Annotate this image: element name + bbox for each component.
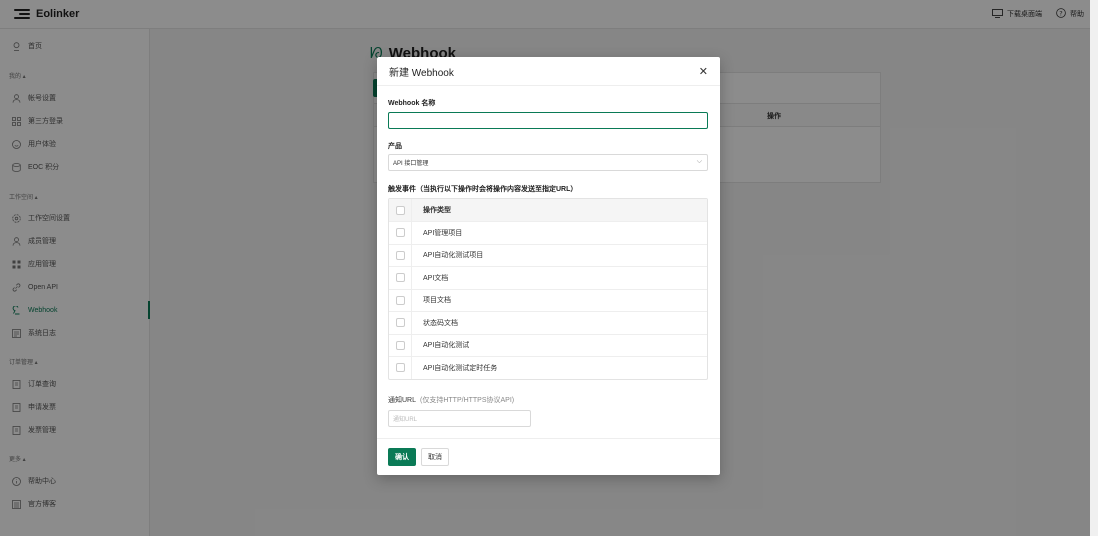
- event-checkbox[interactable]: [395, 295, 405, 305]
- product-label: 产品: [388, 143, 402, 150]
- confirm-button[interactable]: 确认: [388, 448, 416, 466]
- table-row[interactable]: 状态码文档: [389, 311, 707, 334]
- trigger-events-label: 触发事件（当执行以下操作时会将操作内容发送至指定URL）: [388, 186, 578, 193]
- close-icon[interactable]: ✕: [699, 65, 708, 78]
- event-checkbox[interactable]: [395, 363, 405, 373]
- dialog-body: Webhook 名称 产品 API 接口管理 ⌵ 触发事件（当执行以下操作时会将…: [377, 86, 720, 438]
- dialog-title: 新建 Webhook: [389, 67, 454, 79]
- table-row[interactable]: API文档: [389, 266, 707, 289]
- notify-url-hint: (仅支持HTTP/HTTPS协议API): [420, 397, 515, 404]
- scrollbar[interactable]: [1090, 0, 1098, 536]
- cancel-button[interactable]: 取消: [421, 448, 449, 466]
- event-label: 项目文档: [423, 297, 451, 305]
- chevron-down-icon: ⌵: [696, 158, 702, 165]
- dialog-footer: 确认 取消: [377, 438, 720, 475]
- select-all-checkbox[interactable]: [395, 205, 405, 215]
- event-checkbox[interactable]: [395, 340, 405, 350]
- column-header-operation-type: 操作类型: [423, 207, 451, 214]
- notify-url-input[interactable]: 通知URL: [388, 410, 531, 427]
- event-label: API自动化测试: [423, 342, 470, 350]
- event-checkbox[interactable]: [395, 228, 405, 238]
- table-row[interactable]: 项目文档: [389, 288, 707, 311]
- events-table-header: 操作类型: [389, 199, 707, 221]
- event-label: API文档: [423, 274, 449, 282]
- event-checkbox[interactable]: [395, 250, 405, 260]
- events-table: 操作类型 API管理项目 API自动化测试项目 API文档 项目文档 状态码文档: [388, 198, 708, 380]
- new-webhook-dialog: 新建 Webhook ✕ Webhook 名称 产品 API 接口管理 ⌵ 触发…: [377, 57, 720, 475]
- product-select-value: API 接口管理: [393, 161, 429, 167]
- webhook-name-label: Webhook 名称: [388, 100, 436, 107]
- table-row[interactable]: API管理项目: [389, 221, 707, 244]
- table-row[interactable]: API自动化测试项目: [389, 243, 707, 266]
- table-row[interactable]: API自动化测试定时任务: [389, 356, 707, 379]
- event-label: API自动化测试项目: [423, 252, 484, 260]
- notify-url-label-text: 通知URL: [388, 397, 417, 404]
- event-label: 状态码文档: [423, 319, 458, 327]
- table-row[interactable]: API自动化测试: [389, 333, 707, 356]
- event-label: API管理项目: [423, 229, 463, 237]
- dialog-header: 新建 Webhook ✕: [377, 57, 720, 86]
- event-label: API自动化测试定时任务: [423, 364, 498, 372]
- webhook-name-input[interactable]: [388, 112, 708, 129]
- event-checkbox[interactable]: [395, 318, 405, 328]
- event-checkbox[interactable]: [395, 273, 405, 283]
- product-select[interactable]: API 接口管理 ⌵: [388, 154, 708, 171]
- notify-url-label: 通知URL (仅支持HTTP/HTTPS协议API): [388, 395, 514, 405]
